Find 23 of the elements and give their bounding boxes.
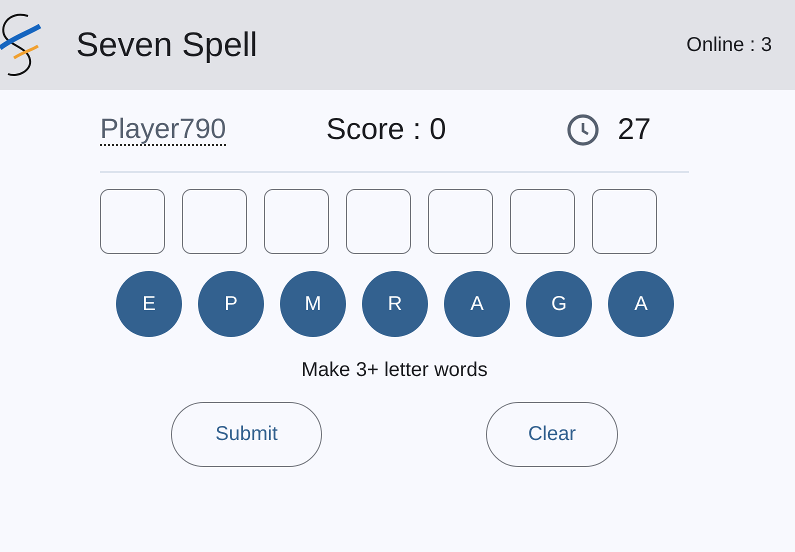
player-name[interactable]: Player790 <box>100 114 226 146</box>
online-count: Online : 3 <box>686 34 772 56</box>
letter-slot[interactable] <box>592 189 657 254</box>
letter-slot[interactable] <box>510 189 575 254</box>
clear-button[interactable]: Clear <box>486 402 618 467</box>
letter-slot[interactable] <box>182 189 247 254</box>
letter-slot[interactable] <box>346 189 411 254</box>
letter-slot[interactable] <box>100 189 165 254</box>
letter-tile[interactable]: P <box>198 271 264 337</box>
app-title: Seven Spell <box>76 26 258 64</box>
letter-tile[interactable]: A <box>608 271 674 337</box>
clock-icon <box>566 113 600 147</box>
letter-tile[interactable]: R <box>362 271 428 337</box>
submit-button[interactable]: Submit <box>171 402 322 467</box>
letter-slot[interactable] <box>264 189 329 254</box>
letter-tile[interactable]: A <box>444 271 510 337</box>
letter-tile[interactable]: E <box>116 271 182 337</box>
letter-tile[interactable]: M <box>280 271 346 337</box>
hint-text: Make 3+ letter words <box>300 359 489 382</box>
timer-value: 27 <box>618 113 651 147</box>
score-text: Score : 0 <box>326 113 446 147</box>
letter-tile[interactable]: G <box>526 271 592 337</box>
letter-slot[interactable] <box>428 189 493 254</box>
